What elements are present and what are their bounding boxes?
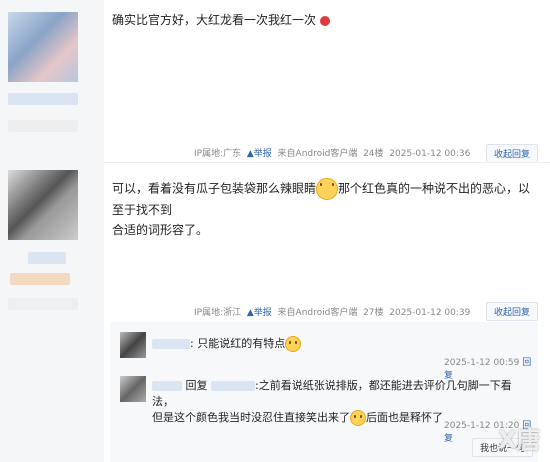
user-badge (8, 298, 78, 310)
reply-target-username[interactable] (211, 381, 255, 391)
sub-reply-text: 但是这个颜色我当时没忍住直接笑出来了 (152, 411, 350, 424)
timestamp: 2025-01-12 00:36 (389, 149, 471, 159)
smile-emoji-icon (285, 336, 302, 352)
username[interactable] (152, 339, 190, 349)
avatar[interactable] (8, 170, 78, 240)
avatar[interactable] (8, 12, 78, 82)
sub-reply-box: : 只能说红的有特点 2025-1-12 00:59 回复 回复 :之前看说纸张… (110, 322, 538, 462)
smile-emoji-icon (350, 410, 366, 426)
username[interactable] (28, 252, 66, 264)
floor: 27楼 (363, 308, 384, 318)
post-text: 合适的词形容了。 (112, 223, 209, 237)
red-badge-icon (319, 15, 330, 26)
timestamp: 2025-1-12 00:59 (444, 358, 520, 368)
collapse-reply-button[interactable]: 收起回复 (486, 144, 539, 163)
post-meta: IP属地:浙江 ▲举报 来自Android客户端 27楼 2025-01-12 … (194, 305, 470, 318)
timestamp: 2025-01-12 00:39 (389, 308, 471, 318)
post-text: 确实比官方好，大红龙看一次我红一次 (112, 13, 317, 27)
report-icon[interactable]: ▲ (247, 308, 254, 318)
divider (104, 162, 550, 163)
avatar[interactable] (120, 332, 146, 358)
author-column (0, 0, 104, 462)
sub-reply: : 只能说红的有特点 (152, 336, 302, 352)
post-body: 确实比官方好，大红龙看一次我红一次 (112, 10, 330, 30)
avatar[interactable] (120, 376, 146, 402)
watermark: X唐 (498, 426, 541, 454)
source: 来自Android客户端 (277, 149, 358, 159)
post-text: 可以，看着没有瓜子包装袋那么辣眼睛 (112, 181, 317, 196)
source: 来自Android客户端 (277, 308, 358, 318)
floor: 24楼 (363, 149, 384, 159)
post-body: 可以，看着没有瓜子包装袋那么辣眼睛 那个红色真的一种说不出的恶心，以至于找不到 合… (112, 178, 542, 240)
smile-emoji-icon (316, 178, 339, 200)
ip-location: IP属地:广东 (194, 149, 242, 159)
report-link[interactable]: 举报 (254, 149, 272, 159)
post-meta: IP属地:广东 ▲举报 来自Android客户端 24楼 2025-01-12 … (194, 146, 470, 159)
username[interactable] (152, 381, 182, 391)
report-icon[interactable]: ▲ (247, 149, 254, 159)
user-badge (8, 120, 78, 132)
report-link[interactable]: 举报 (254, 308, 272, 318)
sub-reply-text: : 只能说红的有特点 (190, 337, 286, 350)
collapse-reply-button[interactable]: 收起回复 (486, 302, 539, 321)
ip-location: IP属地:浙江 (194, 308, 242, 318)
username[interactable] (8, 93, 78, 105)
sub-reply-text: 后面也是释怀了 (366, 411, 443, 424)
reply-word: 回复 (185, 379, 208, 392)
user-badge (10, 273, 70, 285)
